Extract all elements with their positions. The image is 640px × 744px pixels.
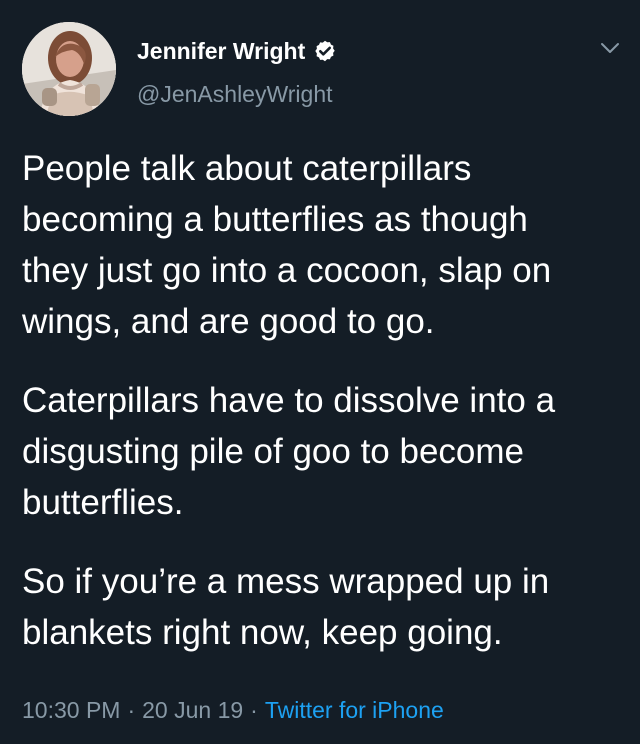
tweet-source-link[interactable]: Twitter for iPhone	[265, 697, 444, 723]
avatar[interactable]	[22, 22, 116, 116]
tweet-header: Jennifer Wright @JenAshleyWright	[18, 22, 622, 116]
tweet-metadata: 10:30 PM · 20 Jun 19 · Twitter for iPhone	[22, 695, 444, 725]
chevron-down-icon[interactable]	[598, 36, 622, 60]
tweet-card: Jennifer Wright @JenAshleyWright People …	[0, 0, 640, 744]
tweet-paragraph-3: So if you’re a mess wrapped up in blanke…	[22, 562, 550, 652]
author-name[interactable]: Jennifer Wright	[137, 36, 305, 66]
author-handle[interactable]: @JenAshleyWright	[137, 79, 333, 109]
author-name-row: Jennifer Wright	[137, 36, 337, 66]
tweet-paragraph-2: Caterpillars have to dissolve into a dis…	[22, 381, 556, 522]
tweet-paragraph-1: People talk about caterpillars becoming …	[22, 149, 552, 341]
tweet-date[interactable]: 20 Jun 19	[142, 697, 243, 723]
verified-badge-icon	[313, 39, 337, 63]
meta-separator: ·	[250, 697, 258, 723]
tweet-time[interactable]: 10:30 PM	[22, 697, 120, 723]
meta-separator: ·	[127, 697, 136, 723]
tweet-text: People talk about caterpillars becoming …	[22, 143, 622, 686]
